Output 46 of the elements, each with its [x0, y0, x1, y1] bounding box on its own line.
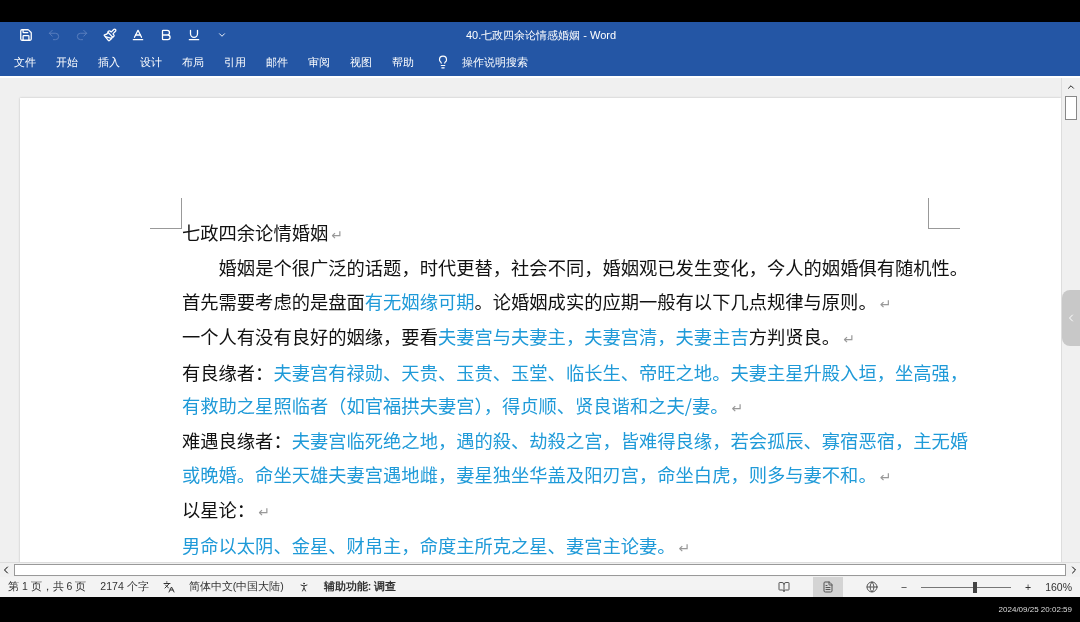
ribbon-tab[interactable]: 文件 [14, 52, 36, 72]
ribbon-tab[interactable]: 引用 [224, 52, 246, 72]
ribbon-tab[interactable]: 插入 [98, 52, 120, 72]
scrollbar-thumb[interactable] [1065, 96, 1077, 120]
page-icon [821, 581, 834, 593]
globe-icon [865, 581, 878, 593]
ribbon-tab[interactable]: 开始 [56, 52, 78, 72]
word-count[interactable]: 2174 个字 [100, 580, 149, 594]
proofing-icon[interactable] [162, 581, 175, 593]
ribbon-tab[interactable]: 设计 [140, 52, 162, 72]
search-field[interactable]: 操作说明搜索 [462, 54, 528, 70]
ribbon-tab[interactable]: 邮件 [266, 52, 288, 72]
page-count[interactable]: 第 1 页，共 6 页 [8, 580, 87, 594]
paragraph: 婚姻是个很广泛的话题，时代更替，社会不同，婚姻观已发生变化，今人的姻婚俱有随机性。首先需要考虑的是盘面有无姻缘可期。论婚姻成实的应期一般有以下几点规律与原则。 ↵ [182, 253, 970, 316]
zoom-slider-thumb[interactable] [973, 581, 977, 593]
book-icon [777, 581, 790, 593]
timestamp: 2024/09/25 20:02:59 [998, 605, 1072, 614]
view-button[interactable] [812, 577, 843, 597]
scroll-up-icon[interactable] [1066, 82, 1076, 92]
horizontal-scrollbar[interactable] [14, 564, 1066, 576]
paragraph: 七政四余论情婚姻 ↵ [182, 218, 344, 247]
save-icon[interactable] [19, 28, 33, 42]
accessibility-status[interactable]: 辅助功能: 调查 [323, 580, 397, 594]
ribbon-tab[interactable]: 帮助 [392, 52, 414, 72]
paragraph: 男命以太阴、金星、财帛主，命度主所克之星、妻宫主论妻。 ↵ [182, 530, 692, 560]
paragraph: 难遇良缘者：夫妻宫临死绝之地，遇的殺、劫殺之宫，皆难得良缘，若会孤辰、寡宿恶宿，主无婚或晚婚。命坐天雄夫妻宫遇地雌，妻星独坐华盖及阳刃宫，命坐白虎，则多与妻不和。 ↵ [182, 426, 970, 489]
ribbon-tab[interactable]: 布局 [182, 52, 204, 72]
paragraph: 有良缘者：夫妻宫有禄勋、天贵、玉贵、玉堂、临长生、帝旺之地。夫妻主星升殿入垣，坐高强，有救助之星照临者（如官福拱夫妻宫），得贞顺、贤良谐和之夫/妻。 ↵ [182, 357, 970, 421]
bold-icon[interactable] [159, 28, 173, 42]
window-title: 40.七政四余论情感婚姻 - Word [466, 28, 617, 43]
crop-mark [150, 198, 182, 229]
zoom-in-button[interactable]: + [1025, 581, 1032, 593]
ribbon-tab[interactable]: 审阅 [308, 52, 330, 72]
underline-icon[interactable] [187, 28, 201, 42]
zoom-level[interactable]: 160% [1045, 581, 1072, 593]
chevron-down-icon[interactable] [217, 30, 227, 40]
paragraph: 以星论： ↵ [182, 495, 271, 525]
lightbulb-icon[interactable] [436, 55, 450, 69]
crop-mark [928, 198, 960, 229]
zoom-out-button[interactable]: − [900, 581, 907, 593]
paintbrush-icon[interactable] [103, 28, 117, 42]
language[interactable]: 简体中文(中国大陆) [188, 580, 284, 594]
font-color-icon[interactable] [131, 28, 145, 42]
paragraph: 一个人有没有良好的姻缘，要看夫妻宫与夫妻主，夫妻宫清，夫妻主吉方判贤良。 ↵ [182, 322, 856, 352]
pane-handle[interactable] [1062, 290, 1080, 346]
ribbon-tab[interactable]: 视图 [350, 52, 372, 72]
